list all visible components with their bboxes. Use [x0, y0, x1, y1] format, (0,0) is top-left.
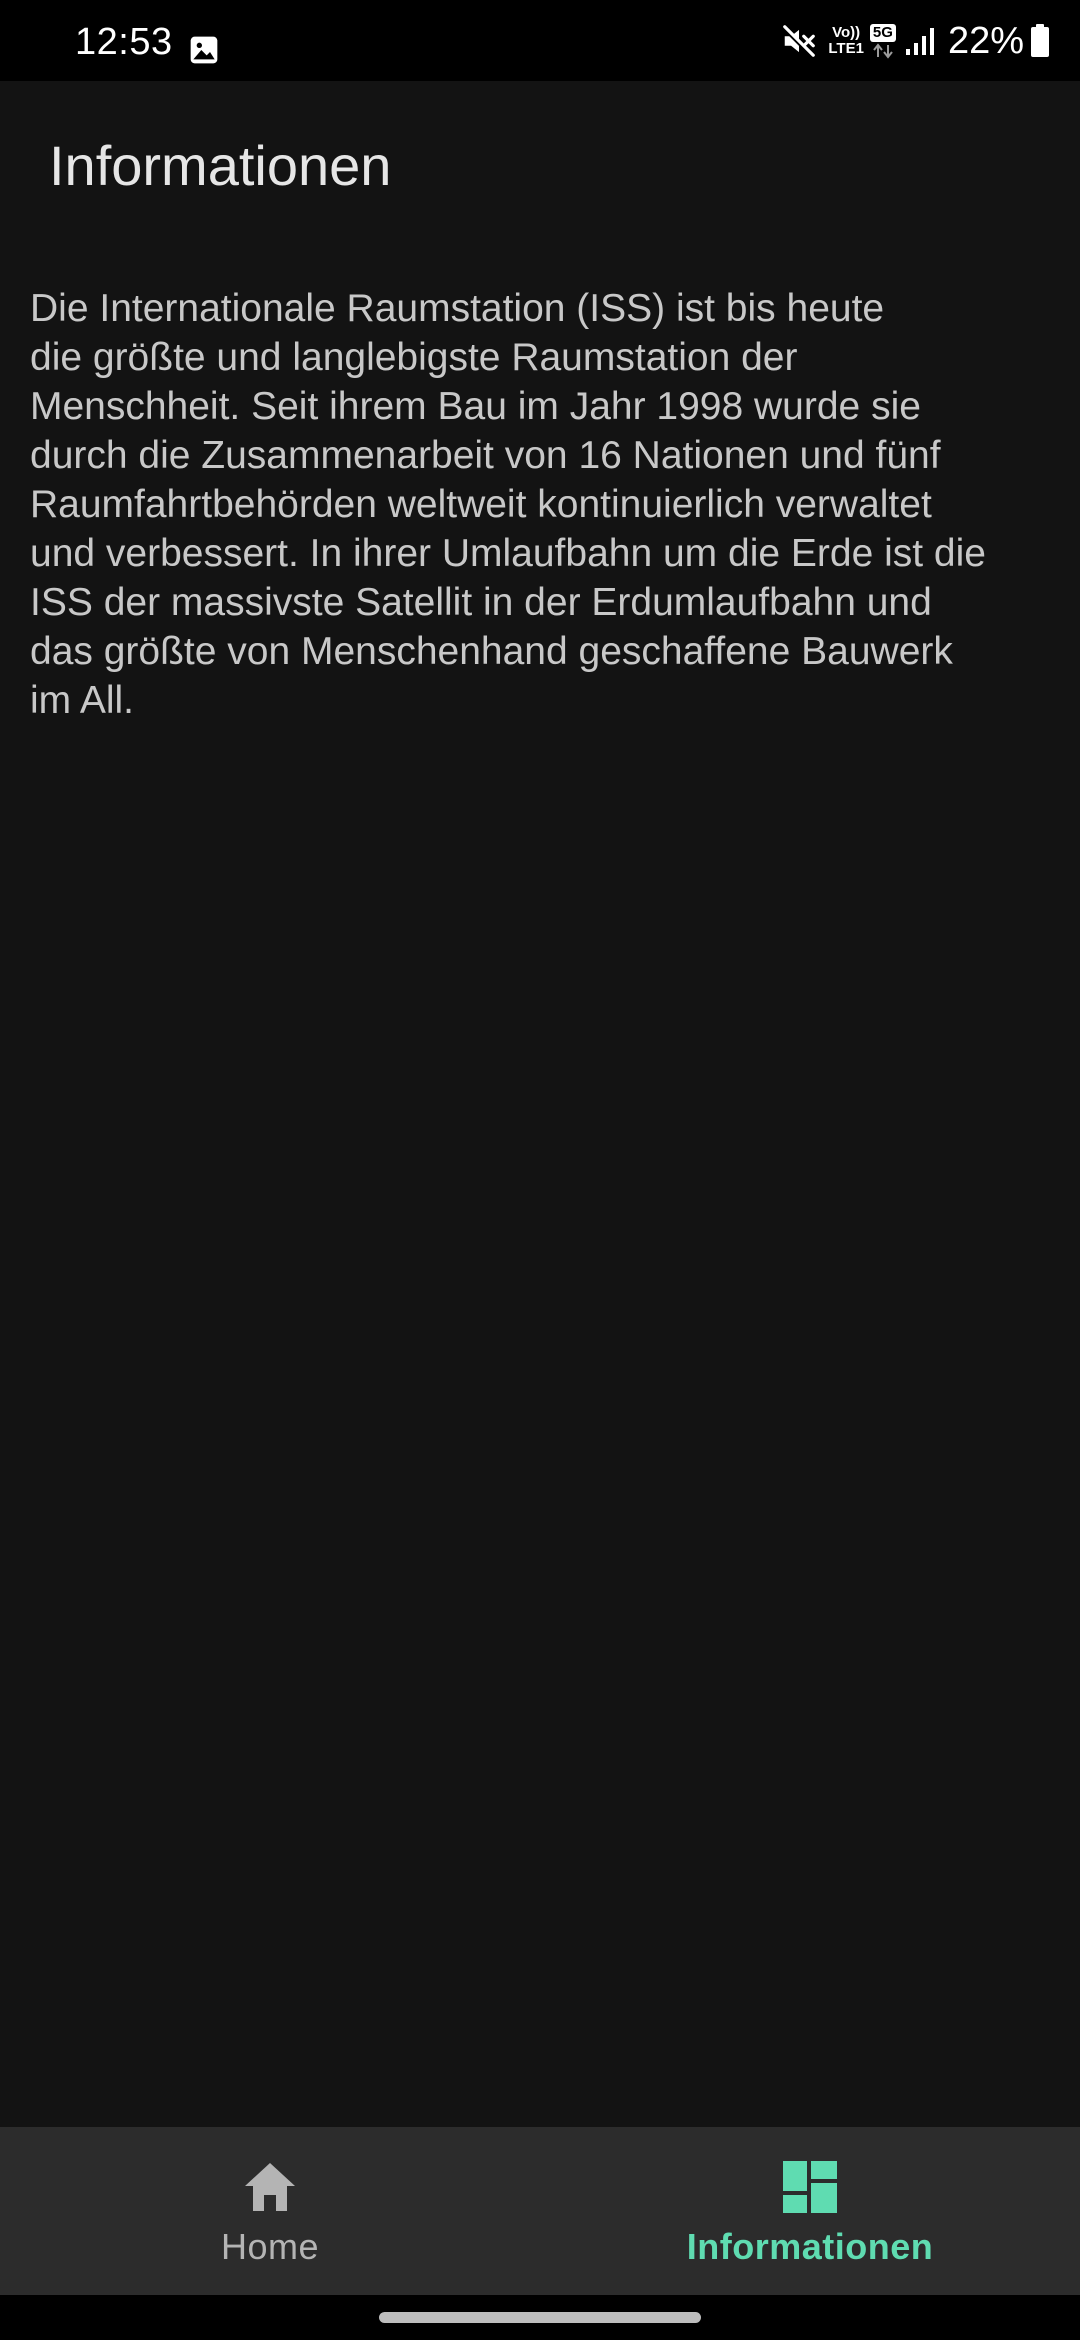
- home-gesture-handle[interactable]: [379, 2312, 701, 2323]
- bottom-navigation: Home Informationen: [0, 2127, 1080, 2295]
- nav-label-informationen: Informationen: [686, 2226, 934, 2267]
- gesture-area: [0, 2295, 1080, 2340]
- volte-line2: LTE1: [828, 40, 864, 57]
- info-text: Die Internationale Raumstation (ISS) ist…: [30, 287, 986, 722]
- signal-icon: [905, 28, 934, 55]
- battery-percent: 22%: [947, 20, 1024, 62]
- mute-icon: [781, 25, 816, 59]
- volte-line1: Vo)): [832, 24, 861, 41]
- status-bar: 12:53 Vo)) LTE1 5G 22%: [0, 0, 1080, 81]
- network-type: 5G: [869, 23, 896, 42]
- battery-icon: [1031, 24, 1049, 57]
- status-icons: Vo)) LTE1 5G 22%: [780, 18, 1050, 64]
- page-title: Informationen: [49, 134, 392, 197]
- gallery-icon: [190, 36, 218, 64]
- volte-indicator: Vo)) LTE1: [828, 25, 864, 57]
- nav-label-home: Home: [220, 2226, 320, 2267]
- network-indicator: 5G: [869, 23, 896, 59]
- home-icon: [245, 2163, 295, 2211]
- nav-item-informationen[interactable]: Informationen: [540, 2127, 1080, 2295]
- dashboard-icon: [783, 2161, 837, 2213]
- status-time: 12:53: [75, 21, 173, 63]
- app-screen: 12:53 Vo)) LTE1 5G 22% Informationen Die…: [0, 0, 1080, 2340]
- data-arrows-icon: [873, 42, 893, 59]
- nav-item-home[interactable]: Home: [0, 2127, 540, 2295]
